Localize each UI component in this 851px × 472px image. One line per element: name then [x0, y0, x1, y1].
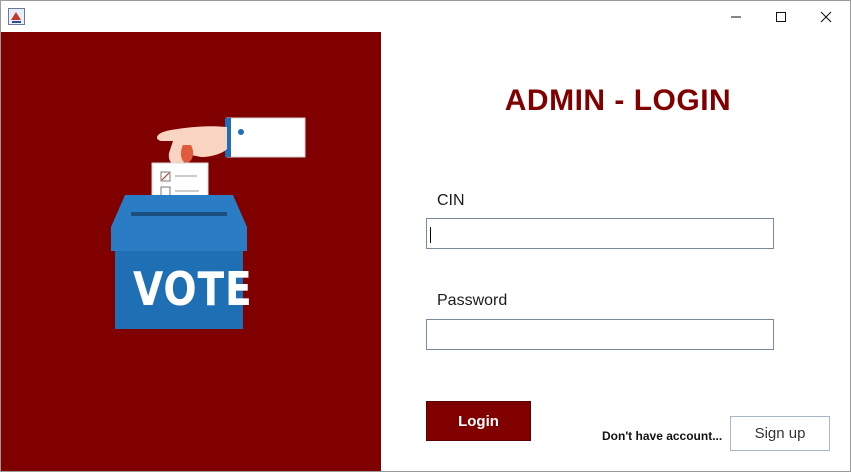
minimize-icon	[730, 11, 742, 23]
illustration-panel: VOTE	[1, 32, 381, 471]
login-panel: ADMIN - LOGIN CIN Password Login Don't h…	[381, 32, 850, 471]
text-caret	[430, 227, 431, 243]
vote-label: VOTE	[132, 262, 253, 316]
login-button[interactable]: Login	[426, 401, 531, 441]
cin-label: CIN	[437, 192, 465, 209]
maximize-button[interactable]	[758, 1, 803, 32]
no-account-text: Don't have account...	[602, 429, 723, 443]
cin-input[interactable]	[426, 218, 774, 249]
close-button[interactable]	[803, 1, 848, 32]
close-icon	[820, 11, 832, 23]
app-window: VOTE ADMIN - LOGIN CIN Password Login Do…	[0, 0, 851, 472]
signup-button[interactable]: Sign up	[730, 416, 830, 451]
password-label: Password	[437, 292, 508, 309]
password-input[interactable]	[426, 319, 774, 350]
title-bar[interactable]	[1, 1, 850, 32]
java-app-icon	[8, 8, 25, 25]
vote-box-illustration: VOTE	[109, 117, 309, 342]
page-title: ADMIN - LOGIN	[504, 84, 732, 117]
minimize-button[interactable]	[713, 1, 758, 32]
maximize-icon	[775, 11, 787, 23]
